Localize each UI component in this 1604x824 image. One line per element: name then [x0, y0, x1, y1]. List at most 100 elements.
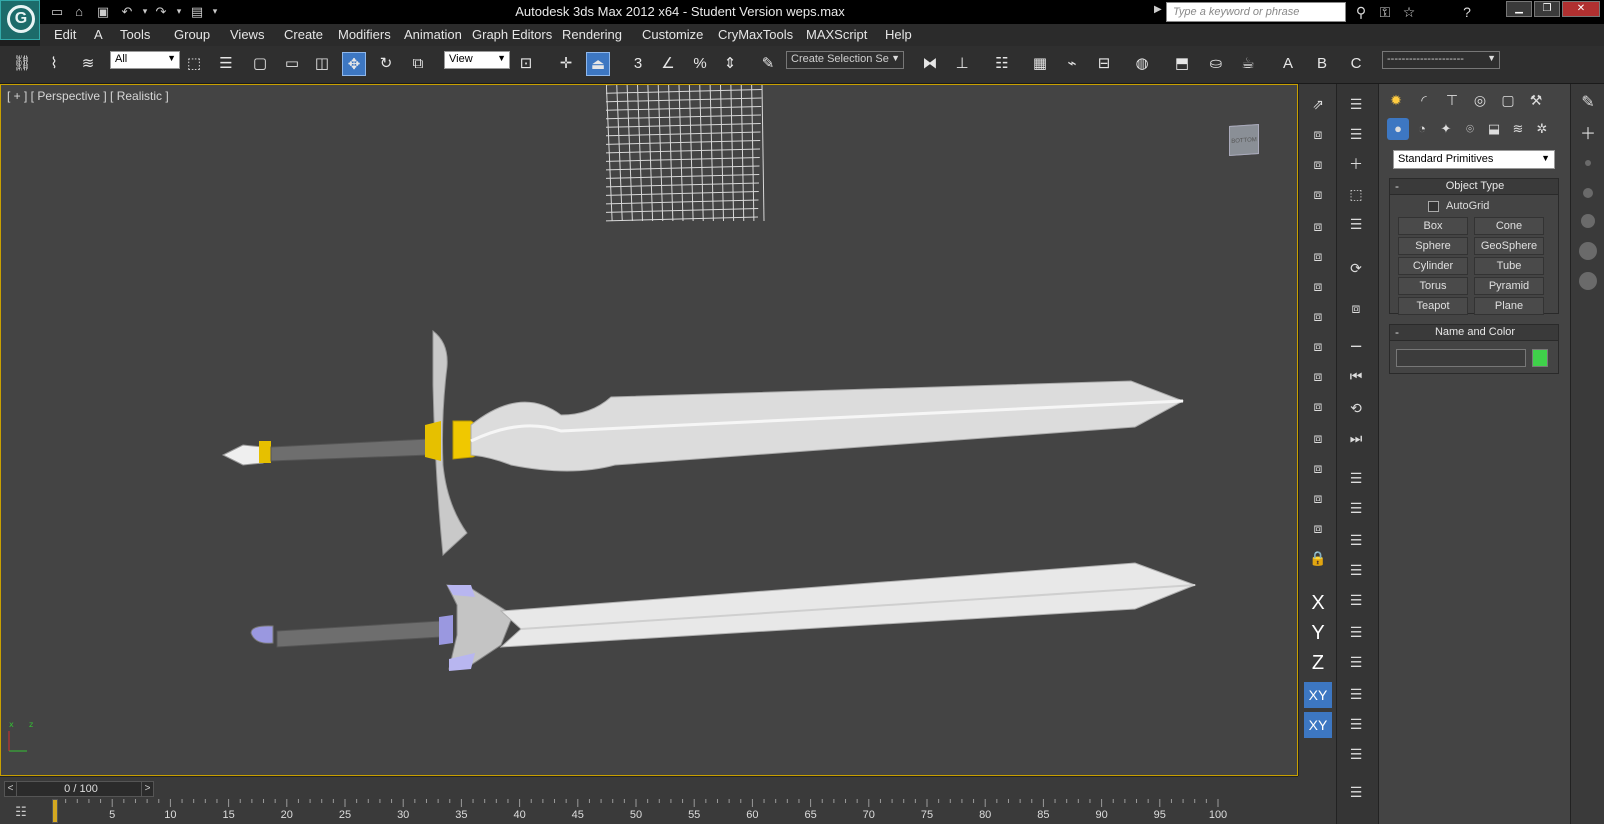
minimize-button[interactable]: ▁: [1506, 1, 1532, 17]
viewcube[interactable]: BOTTOM: [1229, 123, 1259, 157]
layer-stack-5-icon[interactable]: ☰: [1344, 588, 1368, 612]
cube-link-icon[interactable]: ⧈: [1306, 274, 1330, 298]
mirror-icon[interactable]: ⧓: [918, 52, 942, 76]
refresh-icon[interactable]: ⟳: [1344, 256, 1368, 280]
menu-customize[interactable]: Customize: [642, 27, 703, 42]
select-object-icon[interactable]: ⬚: [182, 52, 206, 76]
select-and-manipulate-icon[interactable]: ✛: [554, 52, 578, 76]
helpers-icon[interactable]: ⬓: [1483, 118, 1505, 140]
tube-button[interactable]: Tube: [1474, 257, 1544, 275]
cube-pivot-icon[interactable]: ⧈: [1306, 456, 1330, 480]
spinner-snap-icon[interactable]: ⇕: [718, 52, 742, 76]
sword-top[interactable]: [221, 329, 1185, 557]
time-slider[interactable]: < 0 / 100 >: [4, 781, 154, 797]
select-and-scale-icon[interactable]: ⧉: [406, 52, 430, 76]
menu-maxscript[interactable]: MAXScript: [806, 27, 867, 42]
plus-icon[interactable]: ＋: [1577, 124, 1599, 146]
curve-editor-icon[interactable]: ⌁: [1060, 52, 1084, 76]
redo-icon[interactable]: ↷: [152, 3, 170, 20]
display-tab-icon[interactable]: ▢: [1495, 88, 1521, 112]
menu-tools[interactable]: Tools: [120, 27, 150, 42]
lock-selection-icon[interactable]: 🔒: [1306, 546, 1330, 570]
snaps-toggle-icon[interactable]: 3: [626, 52, 650, 76]
torus-button[interactable]: Torus: [1398, 277, 1468, 295]
keyframe-loop-icon[interactable]: ⟲: [1344, 396, 1368, 420]
menu-edit[interactable]: Edit: [54, 27, 76, 42]
layer-stack-10-icon[interactable]: ☰: [1344, 742, 1368, 766]
cube-rotate-icon[interactable]: ⧈: [1306, 152, 1330, 176]
hierarchy-tab-icon[interactable]: ⊤: [1439, 88, 1465, 112]
render-tab-a-icon[interactable]: A: [1276, 52, 1300, 76]
rendered-frame-window-icon[interactable]: ⛀: [1204, 52, 1228, 76]
menu-modifiers[interactable]: Modifiers: [338, 27, 391, 42]
graphite-toolbar-icon[interactable]: ▦: [1028, 52, 1052, 76]
constrain-y-button[interactable]: Y: [1304, 620, 1332, 646]
help-icon[interactable]: ?: [1456, 2, 1478, 22]
constrain-z-button[interactable]: Z: [1304, 650, 1332, 676]
menu-help[interactable]: Help: [885, 27, 912, 42]
lights-icon[interactable]: ✦: [1435, 118, 1457, 140]
layer-stack-6-icon[interactable]: ☰: [1344, 620, 1368, 644]
layer-stack-9-icon[interactable]: ☰: [1344, 712, 1368, 736]
object-color-swatch[interactable]: [1532, 349, 1548, 367]
constrain-xy-button[interactable]: XY: [1304, 682, 1332, 708]
window-crossing-icon[interactable]: ▭: [280, 52, 304, 76]
menu-a[interactable]: A: [94, 27, 103, 42]
layer-stack-11-icon[interactable]: ☰: [1344, 780, 1368, 804]
menu-animation[interactable]: Animation: [404, 27, 462, 42]
edit-named-selection-icon[interactable]: ✎: [756, 52, 780, 76]
layer-stack-2-icon[interactable]: ☰: [1344, 496, 1368, 520]
restore-button[interactable]: ❐: [1534, 1, 1560, 17]
angle-snap-icon[interactable]: ∠: [656, 52, 680, 76]
menu-rendering[interactable]: Rendering: [562, 27, 622, 42]
systems-icon[interactable]: ✲: [1531, 118, 1553, 140]
application-menu-button[interactable]: G: [0, 0, 40, 40]
select-and-move-icon[interactable]: ✥: [342, 52, 366, 76]
pyramid-button[interactable]: Pyramid: [1474, 277, 1544, 295]
align-icon[interactable]: ⊥: [950, 52, 974, 76]
material-editor-icon[interactable]: ◍: [1130, 52, 1154, 76]
cube-group-icon[interactable]: ⧈: [1306, 394, 1330, 418]
paint-brush-icon[interactable]: ✎: [1577, 92, 1599, 114]
search-expand-icon[interactable]: ▶: [1154, 4, 1162, 15]
render-setup-icon[interactable]: ⬒: [1170, 52, 1194, 76]
layers-stack-icon[interactable]: ☰: [1344, 92, 1368, 116]
cube-attach-icon[interactable]: ⧈: [1306, 486, 1330, 510]
cone-button[interactable]: Cone: [1474, 217, 1544, 235]
layers-edit-icon[interactable]: ☰: [1344, 212, 1368, 236]
menu-views[interactable]: Views: [230, 27, 264, 42]
select-and-rotate-icon[interactable]: ↻: [374, 52, 398, 76]
plane-button[interactable]: Plane: [1474, 297, 1544, 315]
percent-snap-icon[interactable]: %: [688, 52, 712, 76]
project-folder-icon[interactable]: ▤: [188, 3, 206, 20]
motion-tab-icon[interactable]: ◎: [1467, 88, 1493, 112]
geosphere-button[interactable]: GeoSphere: [1474, 237, 1544, 255]
cylinder-button[interactable]: Cylinder: [1398, 257, 1468, 275]
prev-frame-icon[interactable]: <: [5, 782, 17, 796]
keyframe-next-icon[interactable]: ⏭: [1344, 426, 1368, 450]
preset-dropdown[interactable]: --------------------- ▼: [1382, 51, 1500, 69]
render-production-icon[interactable]: ☕: [1236, 52, 1260, 76]
sword-bottom[interactable]: [250, 562, 1197, 671]
unlink-icon[interactable]: ⌇: [42, 52, 66, 76]
layer-stack-4-icon[interactable]: ☰: [1344, 558, 1368, 582]
trackbar[interactable]: 5 10 15 20 25 30 35 40 45 50 55 60 65 70 75 80 85 90 95 100: [52, 799, 1292, 824]
object-name-input[interactable]: [1396, 349, 1526, 367]
constrain-x-button[interactable]: X: [1304, 590, 1332, 616]
box-button[interactable]: Box: [1398, 217, 1468, 235]
menu-crymaxtools[interactable]: CryMaxTools: [718, 27, 793, 42]
primitives-dropdown[interactable]: Standard Primitives ▼: [1393, 150, 1555, 169]
new-file-icon[interactable]: ▭: [48, 3, 66, 20]
search-input[interactable]: Type a keyword or phrase: [1166, 2, 1346, 22]
object-type-header[interactable]: - Object Type: [1390, 179, 1558, 195]
select-tool-icon[interactable]: ⇗: [1306, 92, 1330, 116]
star-icon[interactable]: ☆: [1398, 2, 1420, 22]
select-and-link-icon[interactable]: ⛓: [10, 52, 34, 76]
next-frame-icon[interactable]: >: [141, 782, 153, 796]
cube-move-icon[interactable]: ⧈: [1306, 122, 1330, 146]
quick-access-dropdown-icon[interactable]: ▾: [206, 3, 224, 20]
undo-icon[interactable]: ↶: [118, 3, 136, 20]
named-selection-dropdown[interactable]: Create Selection Se ▼: [786, 51, 904, 69]
perspective-viewport[interactable]: [ + ] [ Perspective ] [ Realistic ] BOTT…: [0, 84, 1298, 776]
redo-dropdown-icon[interactable]: ▾: [170, 3, 188, 20]
